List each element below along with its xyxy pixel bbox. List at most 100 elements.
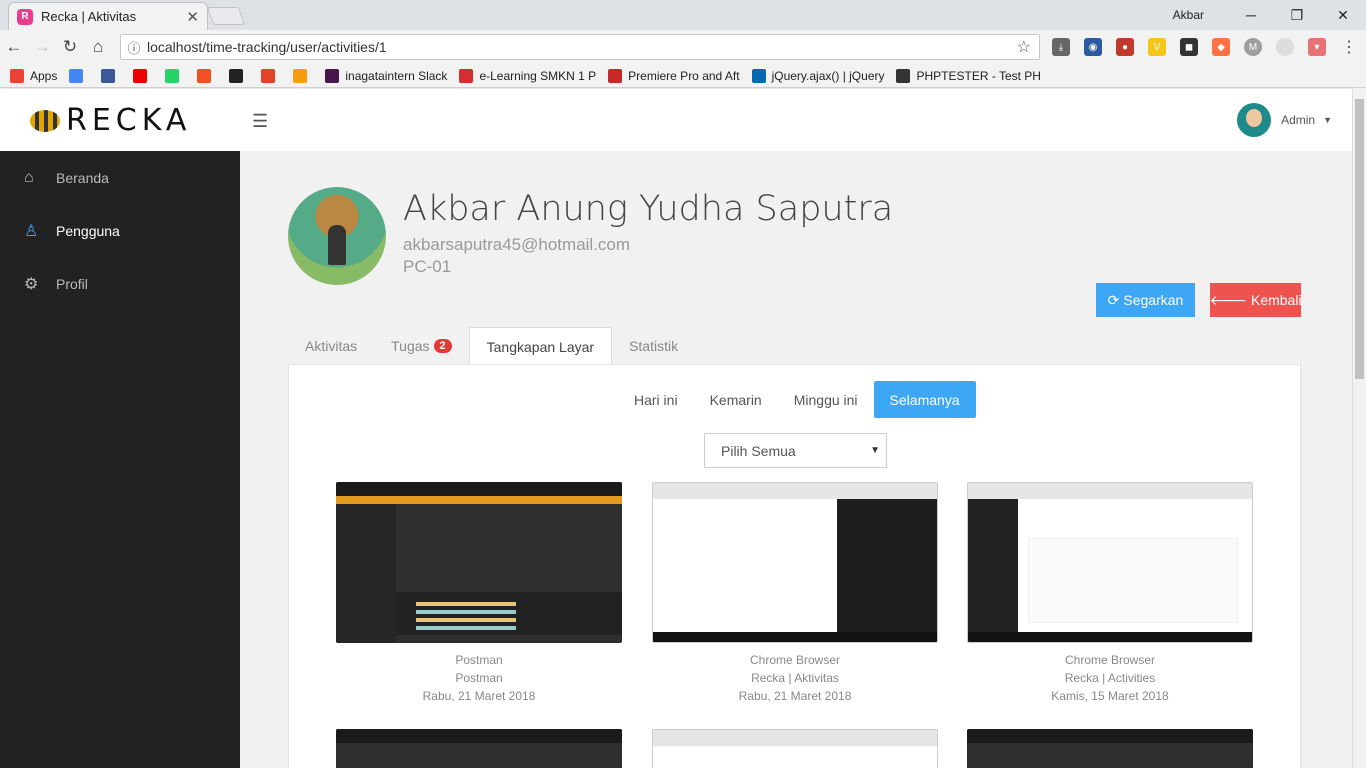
- bookmark-microsoft[interactable]: [197, 68, 217, 83]
- minimize-icon[interactable]: ─: [1228, 7, 1274, 23]
- reload-icon[interactable]: ↻: [56, 37, 84, 57]
- close-window-icon[interactable]: ✕: [1320, 7, 1366, 24]
- vue-ext-icon[interactable]: V: [1148, 38, 1166, 56]
- screenshot-thumbnail[interactable]: [336, 729, 622, 768]
- browser-tab-strip: R Recka | Aktivitas ✕ Akbar ─ ❐ ✕: [0, 0, 1366, 30]
- php-icon: [896, 68, 911, 83]
- bookmark-google[interactable]: [69, 68, 89, 83]
- screenshot-ext-icon[interactable]: ◉: [1084, 38, 1102, 56]
- back-button[interactable]: 🡐 Kembali: [1209, 283, 1302, 317]
- back-label: Kembali: [1250, 292, 1302, 308]
- bookmark-adobe[interactable]: Premiere Pro and Aft: [608, 68, 740, 83]
- bookmark-label: jQuery.ajax() | jQuery: [771, 68, 885, 83]
- facebook-icon: [101, 68, 116, 83]
- bookmark-elearning[interactable]: e-Learning SMKN 1 P: [459, 68, 596, 83]
- pocket-ext-icon[interactable]: ▾: [1308, 38, 1326, 56]
- gitlab-icon: [261, 68, 276, 83]
- bookmark-apps[interactable]: Apps: [10, 68, 57, 83]
- screenshot-card-partial[interactable]: [336, 729, 622, 768]
- bookmark-php[interactable]: PHPTESTER - Test PH: [896, 68, 1041, 83]
- url-text[interactable]: localhost/time-tracking/user/activities/…: [147, 39, 387, 55]
- hamburger-menu-icon[interactable]: ☰: [252, 111, 268, 132]
- screenshot-thumbnail[interactable]: [336, 482, 622, 643]
- recka-favicon-icon: R: [17, 8, 33, 25]
- bookmark-jquery[interactable]: jQuery.ajax() | jQuery: [751, 68, 885, 83]
- tab-screenshots[interactable]: Tangkapan Layar: [468, 327, 613, 365]
- tab-activities[interactable]: Aktivitas: [288, 327, 374, 365]
- forward-arrow-icon[interactable]: →: [28, 37, 56, 57]
- screenshot-card-partial[interactable]: [967, 729, 1253, 768]
- recka-logo[interactable]: RECKA: [30, 103, 191, 138]
- logo-text: RECKA: [66, 103, 192, 138]
- menu-dots-icon[interactable]: ⋮: [1340, 38, 1358, 56]
- sidebar-item-profil[interactable]: ⚙ Profil: [0, 257, 240, 310]
- screenshot-thumbnail[interactable]: [652, 482, 938, 643]
- new-tab-button[interactable]: [206, 7, 246, 25]
- tab-tasks-label: Tugas: [391, 338, 430, 354]
- bookmark-star-icon[interactable]: ☆: [1017, 37, 1031, 57]
- screenshot-card[interactable]: Chrome Browser Recka | Activities Kamis,…: [967, 482, 1253, 705]
- scrollbar[interactable]: [1352, 89, 1366, 768]
- screenshot-thumbnail[interactable]: [967, 729, 1253, 768]
- screenshot-title: Recka | Activities: [1064, 671, 1156, 685]
- window-controls: Akbar ─ ❐ ✕: [1173, 0, 1366, 30]
- arrow-left-icon: 🡐: [1209, 291, 1247, 308]
- home-icon: ⌂: [24, 168, 34, 186]
- screenshot-card-partial[interactable]: [652, 729, 938, 768]
- bookmark-label: Premiere Pro and Aft: [628, 68, 740, 83]
- filter-today[interactable]: Hari ini: [618, 381, 694, 418]
- screenshots-panel: Hari ini Kemarin Minggu ini Selamanya Pi…: [288, 364, 1301, 768]
- slack-icon: [325, 68, 340, 83]
- screenshot-card[interactable]: Chrome Browser Recka | Aktivitas Rabu, 2…: [652, 482, 938, 705]
- back-arrow-icon[interactable]: ←: [0, 37, 28, 57]
- bookmark-pma[interactable]: [293, 68, 313, 83]
- download-icon[interactable]: ⤓: [1052, 38, 1070, 56]
- browser-toolbar: ← → ↻ ⌂ ⓘ localhost/time-tracking/user/a…: [0, 30, 1366, 64]
- filter-week[interactable]: Minggu ini: [778, 381, 874, 418]
- scrollbar-thumb[interactable]: [1355, 99, 1364, 379]
- filter-all[interactable]: Selamanya: [873, 381, 976, 418]
- elearning-icon: [459, 68, 474, 83]
- browser-tab[interactable]: R Recka | Aktivitas ✕: [8, 2, 208, 30]
- sidebar-item-beranda[interactable]: ⌂ Beranda: [0, 151, 240, 204]
- gray-ext-icon[interactable]: [1276, 38, 1294, 56]
- app-filter-select[interactable]: Pilih Semua ▼: [704, 433, 887, 468]
- ghost-ext-icon[interactable]: ◼: [1180, 38, 1198, 56]
- bookmark-facebook[interactable]: [101, 68, 121, 83]
- color-ext-icon[interactable]: ◆: [1212, 38, 1230, 56]
- screenshot-thumbnail[interactable]: [967, 482, 1253, 643]
- tab-stats[interactable]: Statistik: [612, 327, 695, 365]
- address-bar[interactable]: ⓘ localhost/time-tracking/user/activitie…: [120, 34, 1040, 60]
- filter-yesterday[interactable]: Kemarin: [694, 381, 778, 418]
- browser-profile-name[interactable]: Akbar: [1173, 8, 1204, 22]
- tab-stats-label: Statistik: [629, 338, 679, 354]
- close-tab-icon[interactable]: ✕: [186, 8, 199, 26]
- info-icon[interactable]: ⓘ: [121, 38, 147, 57]
- bookmark-youtube[interactable]: [133, 68, 153, 83]
- sidebar-item-pengguna[interactable]: ♙ Pengguna: [0, 204, 240, 257]
- people-ext-icon[interactable]: ●: [1116, 38, 1134, 56]
- profile-name: Akbar Anung Yudha Saputra: [403, 189, 894, 229]
- admin-menu[interactable]: Admin ▼: [1237, 103, 1332, 137]
- screenshot-thumbnail[interactable]: [652, 729, 938, 768]
- bookmark-whatsapp[interactable]: [165, 68, 185, 83]
- tab-activities-label: Aktivitas: [305, 338, 358, 354]
- adobe-icon: [608, 68, 623, 83]
- bookmark-slack[interactable]: inagataintern Slack: [325, 68, 448, 83]
- m-ext-icon[interactable]: M: [1244, 38, 1262, 56]
- bookmark-gitlab[interactable]: [261, 68, 281, 83]
- apps-icon: [10, 68, 24, 83]
- screenshot-date: Rabu, 21 Maret 2018: [738, 689, 852, 703]
- google-icon: [69, 68, 84, 83]
- refresh-label: Segarkan: [1123, 292, 1184, 308]
- profile-pc: PC-01: [403, 257, 452, 276]
- bookmark-label: inagataintern Slack: [345, 68, 448, 83]
- tab-tasks[interactable]: Tugas 2: [374, 327, 469, 365]
- screenshot-date: Rabu, 21 Maret 2018: [422, 689, 536, 703]
- screenshot-card[interactable]: Postman Postman Rabu, 21 Maret 2018: [336, 482, 622, 705]
- home-icon[interactable]: ⌂: [84, 37, 112, 57]
- screenshot-date: Kamis, 15 Maret 2018: [1051, 689, 1169, 703]
- bookmark-github[interactable]: [229, 68, 249, 83]
- refresh-button[interactable]: ⟳ Segarkan: [1096, 283, 1195, 317]
- restore-icon[interactable]: ❐: [1274, 7, 1320, 24]
